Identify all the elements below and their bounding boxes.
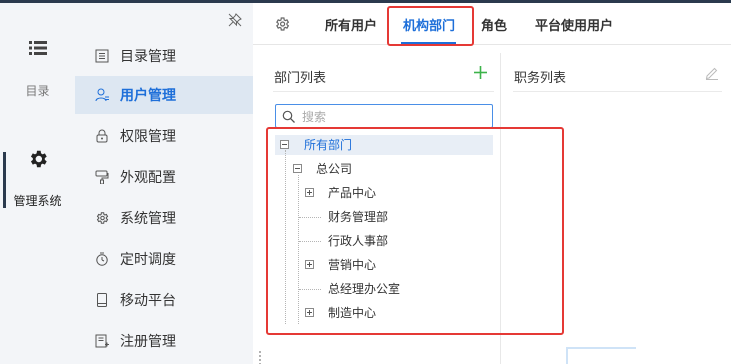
brush-icon: [95, 170, 109, 184]
resize-handle[interactable]: [258, 350, 262, 364]
sidebar-item-label: 外观配置: [120, 170, 176, 186]
sidebar-item-label: 用户管理: [120, 88, 176, 104]
sidebar-item-label: 移动平台: [120, 293, 176, 309]
rail-system-label[interactable]: 管理系统: [0, 192, 75, 209]
tab-settings-icon[interactable]: [274, 16, 290, 32]
tab-highlight-box: [387, 6, 474, 46]
department-search[interactable]: [275, 104, 493, 128]
list-icon[interactable]: [29, 40, 47, 56]
sidebar-item-label: 权限管理: [120, 129, 176, 145]
background-decoration: [566, 347, 636, 364]
unpin-icon[interactable]: [228, 13, 242, 27]
sidebar-item-label: 系统管理: [120, 211, 176, 227]
sidebar-item-users[interactable]: 用户管理: [75, 76, 253, 114]
search-icon: [282, 110, 295, 123]
sidebar-item-appearance[interactable]: 外观配置: [75, 158, 253, 196]
icon-rail: [0, 3, 75, 364]
gear-icon: [96, 212, 109, 224]
mobile-icon: [97, 293, 107, 307]
sidebar-item-label: 注册管理: [120, 334, 176, 350]
rail-menu-label[interactable]: 目录: [0, 82, 75, 99]
department-list-title: 部门列表: [274, 71, 327, 86]
tab-all-users[interactable]: 所有用户: [325, 15, 377, 34]
divider: [513, 91, 722, 92]
position-list-title: 职务列表: [514, 71, 567, 86]
divider: [273, 91, 494, 92]
settings-gear-icon[interactable]: [27, 148, 49, 170]
sidebar-item-system[interactable]: 系统管理: [75, 199, 253, 237]
tab-roles[interactable]: 角色: [481, 15, 507, 34]
sidebar-item-catalog[interactable]: 目录管理: [75, 37, 253, 75]
user-icon: [95, 88, 109, 102]
tree-highlight-box: [266, 127, 564, 335]
sidebar-item-mobile[interactable]: 移动平台: [75, 281, 253, 319]
edit-icon[interactable]: [705, 66, 719, 80]
lock-icon: [96, 129, 108, 143]
sidebar-item-registration[interactable]: 注册管理: [75, 322, 253, 360]
sidebar-item-label: 定时调度: [120, 252, 176, 268]
sidebar-item-scheduler[interactable]: 定时调度: [75, 240, 253, 278]
document-icon: [95, 49, 109, 63]
sidebar-item-label: 目录管理: [120, 49, 176, 65]
tab-platform-users[interactable]: 平台使用用户: [535, 15, 613, 34]
add-department-icon[interactable]: [474, 66, 487, 79]
timer-icon: [96, 252, 108, 266]
register-icon: [95, 334, 109, 348]
search-input[interactable]: [302, 108, 487, 125]
sidebar-item-permissions[interactable]: 权限管理: [75, 117, 253, 155]
